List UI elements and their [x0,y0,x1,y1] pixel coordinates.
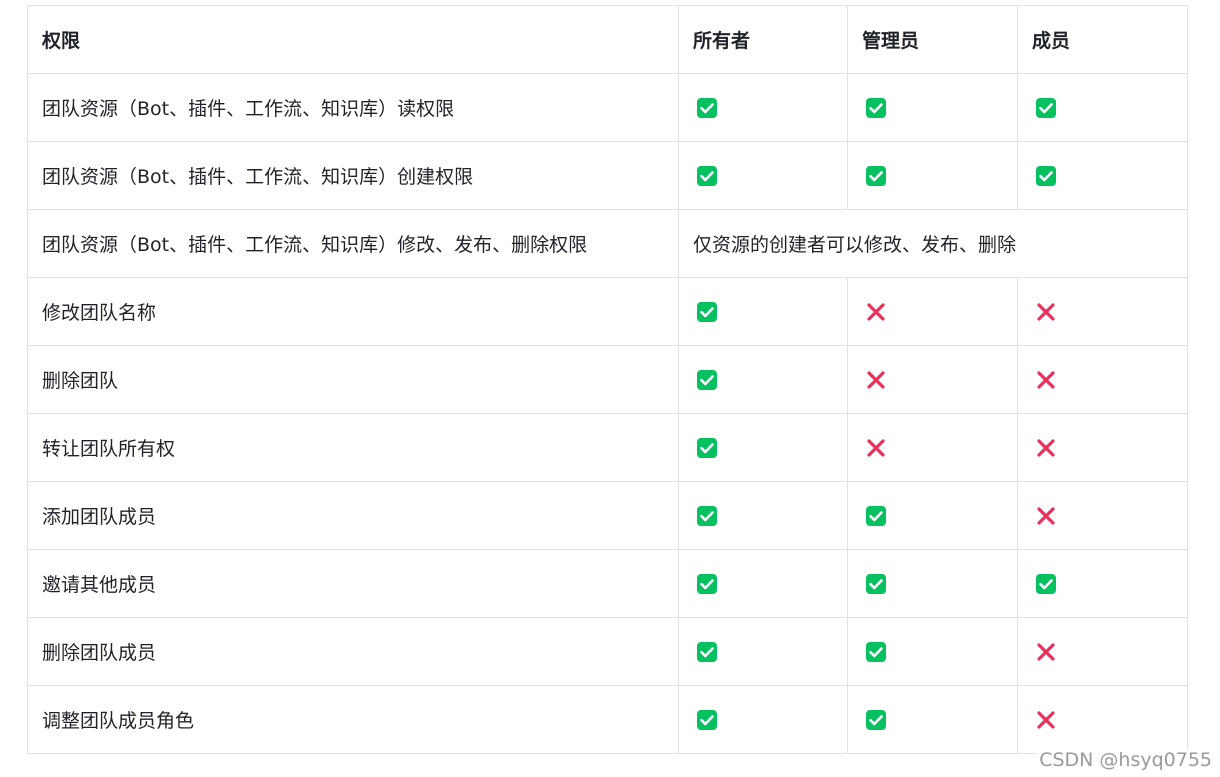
owner-cell [678,73,848,142]
cross-icon [1035,301,1057,323]
permission-cell: 修改团队名称 [27,277,679,346]
owner-cell [678,685,848,754]
admin-cell [847,277,1018,346]
check-box-icon [696,505,718,527]
cross-icon [1035,505,1057,527]
check-box-icon [696,573,718,595]
check-box-icon [1035,573,1057,595]
cross-icon [865,369,887,391]
note-cell: 仅资源的创建者可以修改、发布、删除 [678,209,1188,278]
admin-cell [847,685,1018,754]
member-cell [1017,345,1188,414]
permission-cell: 团队资源（Bot、插件、工作流、知识库）创建权限 [27,141,679,210]
table-row: 删除团队 [27,345,1188,414]
check-box-icon [696,641,718,663]
admin-cell [847,73,1018,142]
table-row: 删除团队成员 [27,617,1188,686]
member-cell [1017,617,1188,686]
cross-icon [1035,369,1057,391]
permission-table: 权限 所有者 管理员 成员 团队资源（Bot、插件、工作流、知识库）读权限 团队资… [27,5,1188,754]
cross-icon [1035,641,1057,663]
table-row: 添加团队成员 [27,481,1188,550]
check-box-icon [696,709,718,731]
owner-cell [678,549,848,618]
watermark: CSDN @hsyq0755 [1037,749,1214,771]
check-box-icon [865,641,887,663]
admin-cell [847,413,1018,482]
cross-icon [1035,437,1057,459]
owner-cell [678,141,848,210]
permission-cell: 添加团队成员 [27,481,679,550]
cross-icon [1035,709,1057,731]
check-box-icon [1035,165,1057,187]
table-row: 转让团队所有权 [27,413,1188,482]
permission-cell: 邀请其他成员 [27,549,679,618]
admin-cell [847,141,1018,210]
permission-cell: 转让团队所有权 [27,413,679,482]
table-row: 调整团队成员角色 [27,685,1188,754]
owner-cell [678,277,848,346]
permission-cell: 团队资源（Bot、插件、工作流、知识库）修改、发布、删除权限 [27,209,679,278]
check-box-icon [696,165,718,187]
table-row: 团队资源（Bot、插件、工作流、知识库）读权限 [27,73,1188,142]
member-cell [1017,277,1188,346]
check-box-icon [865,573,887,595]
table-header-row: 权限 所有者 管理员 成员 [27,5,1188,74]
check-box-icon [1035,97,1057,119]
member-cell [1017,685,1188,754]
header-owner: 所有者 [678,5,848,74]
cross-icon [865,437,887,459]
member-cell [1017,73,1188,142]
owner-cell [678,345,848,414]
check-box-icon [865,709,887,731]
owner-cell [678,413,848,482]
permission-cell: 删除团队 [27,345,679,414]
table-row: 团队资源（Bot、插件、工作流、知识库）修改、发布、删除权限 仅资源的创建者可以修… [27,209,1188,278]
header-member: 成员 [1017,5,1188,74]
check-box-icon [696,301,718,323]
check-box-icon [865,165,887,187]
check-box-icon [865,97,887,119]
admin-cell [847,481,1018,550]
header-permission: 权限 [27,5,679,74]
admin-cell [847,549,1018,618]
check-box-icon [696,369,718,391]
permission-cell: 团队资源（Bot、插件、工作流、知识库）读权限 [27,73,679,142]
admin-cell [847,617,1018,686]
member-cell [1017,413,1188,482]
header-admin: 管理员 [847,5,1018,74]
owner-cell [678,481,848,550]
member-cell [1017,481,1188,550]
check-box-icon [696,437,718,459]
table-row: 修改团队名称 [27,277,1188,346]
member-cell [1017,141,1188,210]
check-box-icon [696,97,718,119]
permission-cell: 删除团队成员 [27,617,679,686]
table-row: 团队资源（Bot、插件、工作流、知识库）创建权限 [27,141,1188,210]
admin-cell [847,345,1018,414]
check-box-icon [865,505,887,527]
table-row: 邀请其他成员 [27,549,1188,618]
cross-icon [865,301,887,323]
owner-cell [678,617,848,686]
table-body: 团队资源（Bot、插件、工作流、知识库）读权限 团队资源（Bot、插件、工作流、知… [27,73,1188,754]
member-cell [1017,549,1188,618]
permission-cell: 调整团队成员角色 [27,685,679,754]
